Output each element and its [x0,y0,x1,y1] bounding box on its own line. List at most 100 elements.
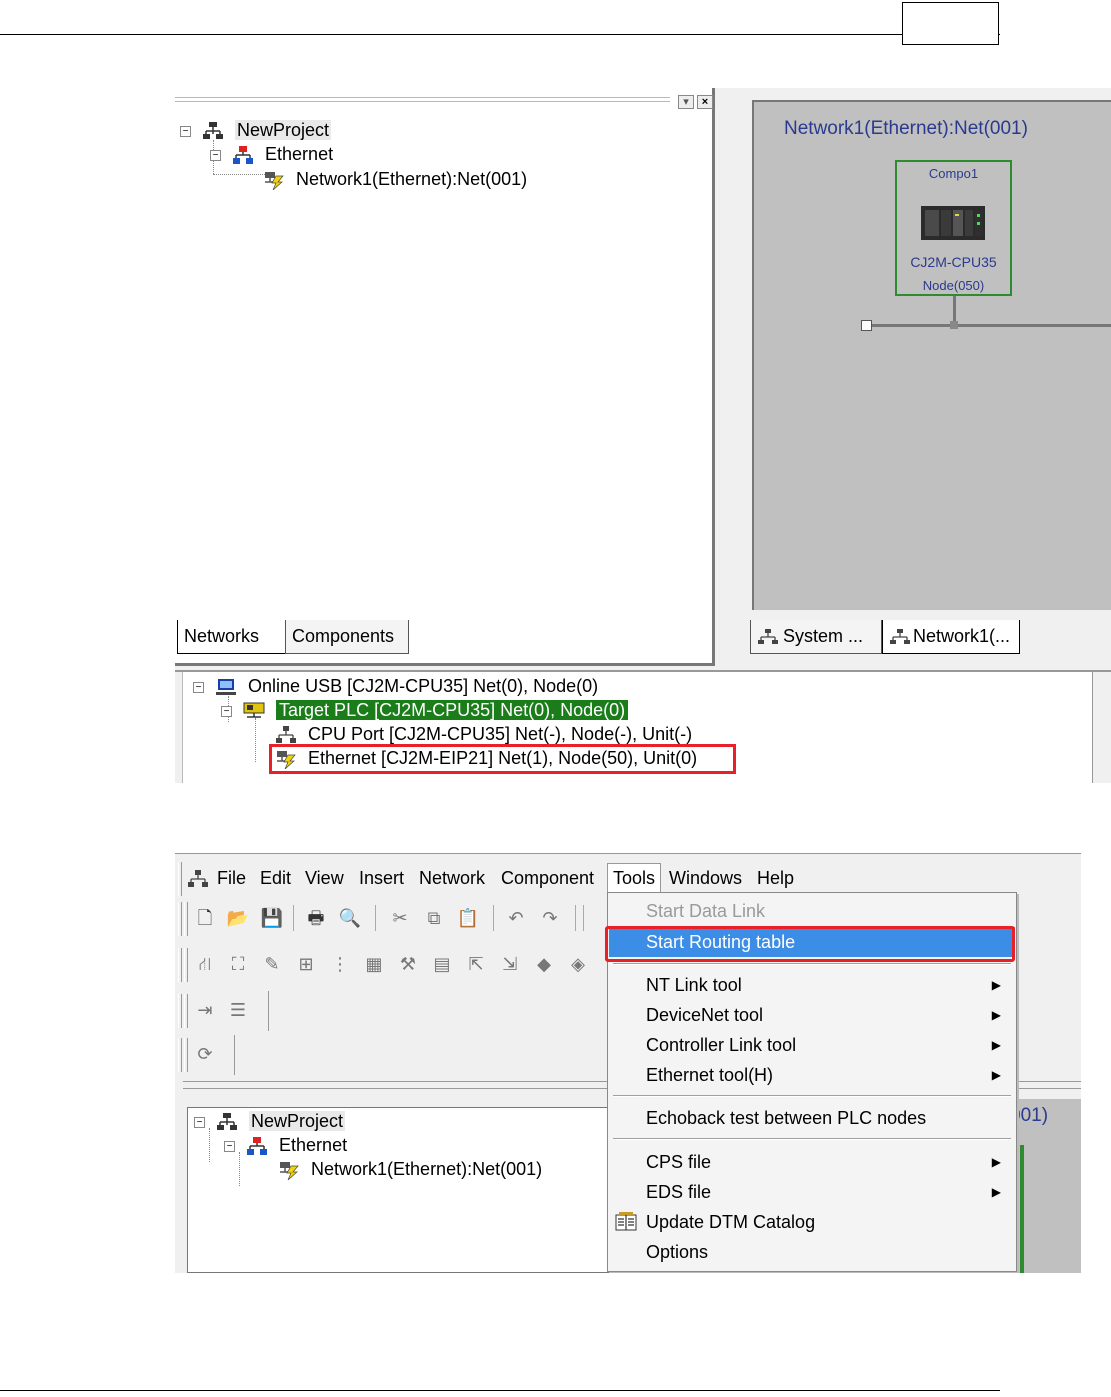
toolbar-grip[interactable] [178,994,182,1028]
menu-file[interactable]: File [215,865,248,891]
menu-tools[interactable]: Tools [607,863,662,893]
redo-icon[interactable]: ↷ [537,905,563,931]
standard-toolbar: 🗋 📂 💾 🖶 🔍 ✂ ⧉ 📋 ↶ ↷ [175,899,607,939]
online-tool-icon[interactable]: ◆ [531,951,557,977]
highlight-annotation-box [605,926,1015,962]
tree-item-newproject[interactable]: − NewProject [194,1110,346,1132]
plc-node[interactable]: Compo1 CJ2M-CPU35 Node(050) [895,160,1012,296]
menu-network[interactable]: Network [417,865,487,891]
save-icon[interactable]: 💾 [259,905,285,931]
pane-minimize-button[interactable]: ▾ [678,95,694,109]
refresh-network-icon[interactable]: ⟳ [192,1041,218,1067]
toolbar-grip[interactable] [184,902,188,936]
tab-components[interactable]: Components [285,620,409,654]
menu-component[interactable]: Component [499,865,596,891]
undo-icon[interactable]: ↶ [503,905,529,931]
tree-item-online-usb[interactable]: − Online USB [CJ2M-CPU35] Net(0), Node(0… [193,675,598,697]
menu-item-label: DeviceNet tool [646,1005,764,1025]
network-canvas[interactable]: Network1(Ethernet):Net(001) Compo1 CJ2M-… [752,100,1111,610]
project-network-icon [203,122,224,140]
tree-item-label: Ethernet [279,1135,348,1155]
menu-windows[interactable]: Windows [667,865,744,891]
toolbar-grip[interactable] [184,948,188,982]
new-file-icon[interactable]: 🗋 [192,905,218,931]
extra-toolbar: ⟳ [175,1035,235,1075]
collapse-toggle-icon[interactable]: − [193,681,204,693]
tree-connector [255,718,256,762]
menu-item-ethernet-tool[interactable]: Ethernet tool(H) ▶ [609,1060,1015,1090]
online-tool-icon[interactable]: ◈ [565,951,591,977]
toolbar-grip[interactable] [178,862,182,896]
title-bar-grip-line [175,97,670,98]
collapse-toggle-icon[interactable]: − [180,125,191,137]
monitor-tool-icon[interactable]: ⚒ [395,951,421,977]
menu-item-start-data-link[interactable]: Start Data Link [609,896,1015,926]
device-tool-icon[interactable]: ⊞ [293,951,319,977]
tree-item-network1[interactable]: Network1(Ethernet):Net(001) [278,1158,542,1181]
toolbar-grip[interactable] [184,1038,188,1072]
menu-item-eds-file[interactable]: EDS file ▶ [609,1177,1015,1207]
submenu-arrow-icon: ▶ [991,1068,1001,1082]
parameter-tool-icon[interactable]: ✎ [259,951,285,977]
tab-system[interactable]: System ... [750,620,882,654]
network-toolbar: ⛙ ⛶ ✎ ⊞ ⋮ ▦ ⚒ ▤ ⇱ ⇲ ◆ ◈ [175,945,607,985]
collapse-toggle-icon[interactable]: − [194,1116,205,1128]
menu-item-update-dtm-catalog[interactable]: Update DTM Catalog [609,1207,1015,1237]
pane-close-button[interactable]: × [697,95,713,109]
menu-help[interactable]: Help [755,865,796,891]
paste-icon[interactable]: 📋 [455,905,481,931]
copy-icon[interactable]: ⧉ [421,905,447,931]
tab-network1[interactable]: Network1(... [882,620,1020,654]
tree-item-target-plc[interactable]: − Target PLC [CJ2M-CPU35] Net(0), Node(0… [221,699,629,721]
menu-item-devicenet-tool[interactable]: DeviceNet tool ▶ [609,1000,1015,1030]
tree-item-label: NewProject [249,1111,346,1131]
menu-item-controller-link-tool[interactable]: Controller Link tool ▶ [609,1030,1015,1060]
menu-view[interactable]: View [303,865,346,891]
ethernet-icon [247,1137,268,1156]
menu-insert[interactable]: Insert [357,865,406,891]
tree-item-ethernet[interactable]: − Ethernet [224,1134,347,1156]
toolbar-grip[interactable] [178,948,182,982]
network-tool-icon[interactable]: ⛙ [192,951,218,977]
open-folder-icon[interactable]: 📂 [225,905,251,931]
print-icon[interactable]: 🖶 [303,905,329,931]
right-pane-tabs: System ... Network1(... [750,620,1110,660]
table-tool-icon[interactable]: ▦ [361,951,387,977]
menu-item-nt-link-tool[interactable]: NT Link tool ▶ [609,970,1015,1000]
network-lightning-icon [280,1162,299,1181]
collapse-toggle-icon[interactable]: − [210,149,221,161]
tree-item-network1[interactable]: Network1(Ethernet):Net(001) [263,168,527,191]
toolbar-grip[interactable] [178,902,182,936]
network-canvas[interactable]: 001) [1010,1099,1081,1273]
insert-row-icon[interactable]: ⇥ [192,997,218,1023]
tree-item-newproject[interactable]: − NewProject [180,119,332,141]
menu-separator [613,1095,1011,1097]
menu-separator [613,963,1011,965]
toolbar-separator [293,905,294,931]
upload-tool-icon[interactable]: ⇱ [463,951,489,977]
pane-title-bar: ▾ × [175,93,715,113]
menu-item-echoback-test[interactable]: Echoback test between PLC nodes [609,1103,1015,1133]
download-tool-icon[interactable]: ⇲ [497,951,523,977]
collapse-toggle-icon[interactable]: − [224,1140,235,1152]
menu-item-options[interactable]: Options [609,1237,1015,1267]
tab-networks[interactable]: Networks [177,620,285,654]
print-preview-icon[interactable]: 🔍 [337,905,363,931]
report-tool-icon[interactable]: ▤ [429,951,455,977]
tree-item-ethernet[interactable]: − Ethernet [210,143,333,165]
toolbar-separator [583,905,584,931]
menu-edit[interactable]: Edit [258,865,293,891]
align-icon[interactable]: ☰ [225,997,251,1023]
toolbar-grip[interactable] [184,994,188,1028]
network-tool-icon[interactable]: ⛶ [225,951,251,977]
network-title: Network1(Ethernet):Net(001) [784,118,1028,139]
cut-icon[interactable]: ✂ [387,905,413,931]
collapse-toggle-icon[interactable]: − [221,705,232,717]
menu-item-cps-file[interactable]: CPS file ▶ [609,1147,1015,1177]
toolbar-grip[interactable] [178,1038,182,1072]
network-terminator[interactable] [861,320,872,331]
title-bar-grip-line [175,101,670,102]
menu-bar: File Edit View Insert Network Component … [175,859,1081,896]
device-tool-icon[interactable]: ⋮ [327,951,353,977]
tree-item-cpu-port[interactable]: CPU Port [CJ2M-CPU35] Net(-), Node(-), U… [275,723,692,745]
